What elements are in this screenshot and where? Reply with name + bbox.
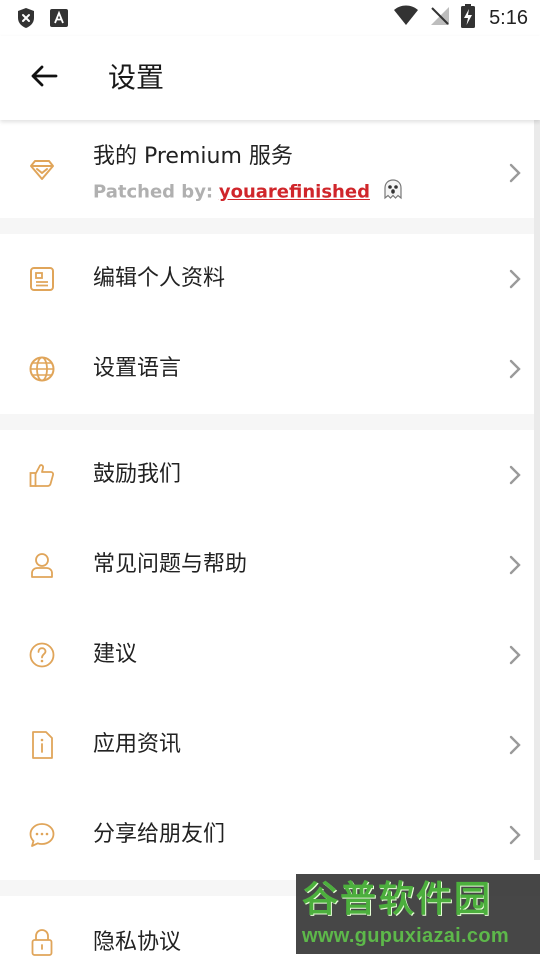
watermark-title: 谷普软件园 — [302, 879, 493, 920]
settings-item-app-info[interactable]: 应用资讯 — [0, 700, 534, 790]
patched-author-link[interactable]: youarefinished — [219, 182, 370, 203]
font-icon — [50, 9, 68, 31]
patched-label: Patched by: — [93, 181, 214, 203]
app-bar: 设置 — [0, 36, 540, 120]
settings-item-label: 设置语言 — [93, 356, 182, 381]
status-bar: 5:16 — [0, 0, 540, 36]
settings-item-edit-profile[interactable]: 编辑个人资料 — [0, 234, 534, 324]
settings-item-label: 编辑个人资料 — [93, 266, 226, 291]
settings-screen: 5:16 设置 我的 Premium 服务 Patched by: youare… — [0, 0, 540, 960]
person-icon — [26, 549, 58, 581]
diamond-icon — [26, 154, 58, 186]
chevron-right-icon — [505, 357, 525, 381]
chevron-right-icon — [505, 823, 525, 847]
patched-by-line: Patched by: youarefinished — [93, 178, 404, 207]
lock-icon — [26, 926, 58, 958]
premium-title: 我的 Premium 服务 — [93, 144, 293, 169]
settings-item-label: 鼓励我们 — [93, 462, 182, 487]
shield-x-icon — [16, 7, 36, 33]
info-document-icon — [26, 729, 58, 761]
settings-item-label: 常见问题与帮助 — [93, 552, 248, 577]
question-icon — [26, 639, 58, 671]
ghost-icon — [382, 178, 404, 207]
watermark-logo: 谷普软件园 www.gupuxiazai.com — [296, 874, 540, 954]
settings-item-label: 建议 — [93, 642, 138, 667]
settings-item-label: 应用资讯 — [93, 732, 182, 757]
chevron-right-icon — [505, 463, 525, 487]
settings-item-label: 隐私协议 — [93, 930, 182, 955]
section-divider — [0, 414, 540, 430]
chevron-right-icon — [505, 733, 525, 757]
settings-item-faq[interactable]: 常见问题与帮助 — [0, 520, 534, 610]
settings-item-share[interactable]: 分享给朋友们 — [0, 790, 534, 880]
section-divider — [0, 218, 540, 234]
wifi-icon — [393, 5, 419, 31]
chevron-right-icon — [505, 267, 525, 291]
page-title: 设置 — [108, 61, 165, 94]
status-time: 5:16 — [489, 7, 528, 29]
no-signal-icon — [429, 5, 451, 31]
settings-item-encourage[interactable]: 鼓励我们 — [0, 430, 534, 520]
battery-charging-icon — [461, 4, 476, 32]
settings-item-label: 分享给朋友们 — [93, 822, 226, 847]
settings-list: 我的 Premium 服务 Patched by: youarefinished — [0, 120, 540, 960]
thumbs-up-icon — [26, 459, 58, 491]
profile-card-icon — [26, 263, 58, 295]
premium-row[interactable]: 我的 Premium 服务 Patched by: youarefinished — [0, 120, 534, 218]
globe-icon — [26, 353, 58, 385]
chevron-right-icon — [505, 553, 525, 577]
back-button[interactable] — [22, 56, 66, 100]
arrow-left-icon — [30, 64, 58, 92]
chat-bubble-icon — [26, 819, 58, 851]
chevron-right-icon — [505, 643, 525, 667]
settings-item-suggestion[interactable]: 建议 — [0, 610, 534, 700]
settings-item-language[interactable]: 设置语言 — [0, 324, 534, 414]
watermark-url: www.gupuxiazai.com — [302, 925, 509, 947]
chevron-right-icon — [505, 161, 525, 185]
scrollbar[interactable] — [534, 120, 540, 860]
